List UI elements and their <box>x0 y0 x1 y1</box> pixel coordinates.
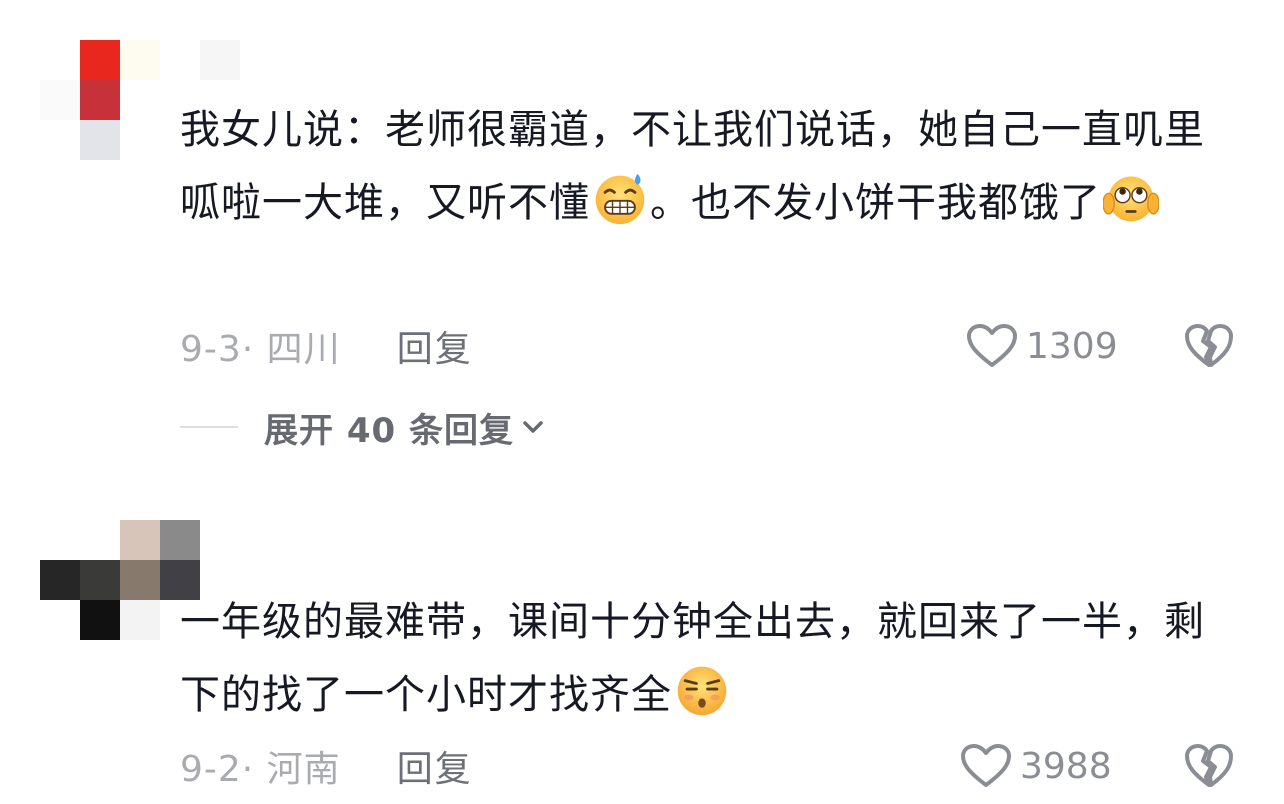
grimacing-sweat-emoji <box>595 173 645 225</box>
comment-meta: 9-2· 河南 回复 <box>180 741 473 791</box>
like-button[interactable]: 1309 <box>966 321 1118 371</box>
comment-list: 我女儿说：老师很霸道，不让我们说话，她自己一直叽里呱啦一大堆，又听不懂 。也不发… <box>0 0 1284 804</box>
like-count: 1309 <box>1026 325 1118 367</box>
date-location: 9-2· 河南 <box>180 749 341 790</box>
like-button[interactable]: 3988 <box>960 741 1112 791</box>
expand-replies-label: 展开 40 条回复 <box>264 410 514 451</box>
heart-outline-icon <box>967 324 1017 367</box>
unamused-sigh-emoji <box>677 666 727 716</box>
expand-replies-button[interactable]: 展开 40 条回复 <box>180 402 546 452</box>
comment-item: 一年级的最难带，课间十分钟全出去，就回来了一半，剩下的找了一个小时才找齐全 9-… <box>0 480 1284 804</box>
broken-heart-icon[interactable] <box>1184 741 1234 791</box>
heart-outline-icon <box>961 744 1011 787</box>
like-count: 3988 <box>1020 745 1112 787</box>
date-location: 9-3· 四川 <box>180 329 341 370</box>
comment-item: 我女儿说：老师很霸道，不让我们说话，她自己一直叽里呱啦一大堆，又听不懂 。也不发… <box>0 0 1284 480</box>
broken-heart-icon[interactable] <box>1184 321 1234 371</box>
comment-text: 我女儿说：老师很霸道，不让我们说话，她自己一直叽里呱啦一大堆，又听不懂 。也不发… <box>180 94 1240 240</box>
reply-button[interactable]: 回复 <box>397 320 473 372</box>
comment-text: 一年级的最难带，课间十分钟全出去，就回来了一半，剩下的找了一个小时才找齐全 <box>180 586 1240 732</box>
comment-text-part: 。也不发小饼干我都饿了 <box>650 180 1101 226</box>
divider <box>180 426 238 428</box>
eye-roll-hands-over-ears-emoji <box>1103 176 1159 222</box>
chevron-down-icon <box>523 421 543 433</box>
comment-meta: 9-3· 四川 回复 <box>180 321 473 371</box>
reply-button[interactable]: 回复 <box>397 740 473 792</box>
